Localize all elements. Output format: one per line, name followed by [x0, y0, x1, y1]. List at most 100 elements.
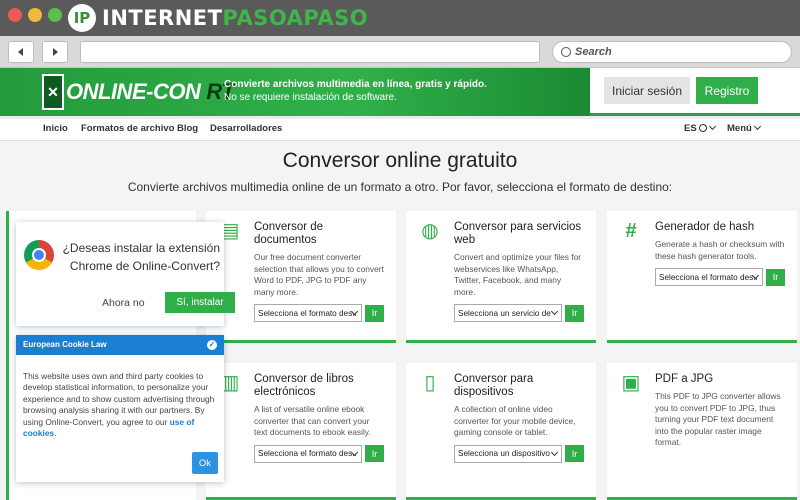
- converter-card[interactable]: # Generador de hash Generate a hash or c…: [607, 211, 797, 343]
- address-bar[interactable]: [80, 41, 540, 63]
- card-title: PDF a JPG: [655, 373, 714, 385]
- service-select[interactable]: Selecciona un servicio de: [454, 304, 563, 322]
- card-description: Our free document converter selection th…: [254, 252, 384, 297]
- language-label: ES: [684, 123, 697, 134]
- cookie-text: This website uses own and third party co…: [23, 371, 219, 439]
- select-value: Selecciona el formato desti: [258, 449, 357, 458]
- converter-card[interactable]: ▤ Conversor de documentos Our free docum…: [206, 211, 396, 343]
- cookie-accept-button[interactable]: Ok: [192, 452, 218, 474]
- chevron-down-icon: [753, 122, 761, 131]
- close-window-button[interactable]: [8, 8, 22, 22]
- site-navigation: Inicio Formatos de archivo Blog Desarrol…: [0, 119, 800, 141]
- page-subtitle: Convierte archivos multimedia online de …: [127, 180, 673, 194]
- site-tagline: Convierte archivos multimedia en línea, …: [224, 78, 487, 104]
- converter-card[interactable]: ▯ Conversor para dispositivos A collecti…: [406, 363, 596, 500]
- close-icon[interactable]: ✓: [207, 340, 217, 350]
- converter-card[interactable]: ▥ Conversor de libros electrónicos A lis…: [206, 363, 396, 500]
- card-controls: Selecciona el formato desti Ir: [655, 268, 785, 286]
- card-title: Conversor de documentos: [254, 221, 324, 246]
- globe-icon: [698, 124, 707, 132]
- globe-icon: ◍: [421, 220, 439, 242]
- card-title: Conversor para servicios web: [454, 221, 582, 246]
- tagline-line-1: Convierte archivos multimedia en línea, …: [224, 79, 487, 90]
- chevron-down-icon: [551, 307, 559, 316]
- watermark-brand: IP INTERNETPASOAPASO: [68, 4, 368, 32]
- logo-figure-icon: ✕: [42, 74, 64, 110]
- card-description: This PDF to JPG converter allows you to …: [655, 391, 781, 447]
- converter-card[interactable]: ▣ PDF a JPG This PDF to JPG converter al…: [607, 363, 797, 500]
- card-description: A list of versatile online ebook convert…: [254, 404, 371, 437]
- logo-main: ONLINE-CON: [66, 79, 201, 104]
- go-button[interactable]: Ir: [766, 268, 785, 286]
- nav-item-blog[interactable]: Blog: [177, 123, 198, 134]
- hash-icon: #: [625, 220, 637, 242]
- card-controls: Selecciona un servicio de Ir: [454, 304, 584, 322]
- menu-label: Menú: [727, 123, 752, 134]
- browser-toolbar: Search: [0, 36, 800, 68]
- format-select[interactable]: Selecciona el formato desti: [254, 444, 363, 463]
- brand-text: INTERNETPASOAPASO: [102, 6, 368, 30]
- cookie-notice: European Cookie Law ✓ This website uses …: [16, 335, 224, 482]
- card-title: Generador de hash: [655, 221, 755, 233]
- chrome-extension-prompt: ¿Deseas instalar la extensión Chrome de …: [16, 222, 235, 326]
- select-value: Selecciona el formato desti: [258, 308, 357, 318]
- install-question: ¿Deseas instalar la extensión Chrome de …: [62, 241, 220, 273]
- card-description: Generate a hash or checksum with these h…: [655, 239, 785, 261]
- card-description: A collection of online video converter f…: [454, 404, 576, 437]
- format-select[interactable]: Selecciona el formato desti: [254, 304, 363, 322]
- nav-item-inicio[interactable]: Inicio: [43, 123, 68, 134]
- back-arrow-icon: [18, 48, 23, 56]
- maximize-window-button[interactable]: [48, 8, 62, 22]
- forward-arrow-icon: [53, 48, 58, 56]
- search-icon: [561, 47, 571, 57]
- go-button[interactable]: Ir: [565, 445, 584, 462]
- chrome-logo-icon: [24, 240, 54, 270]
- chevron-down-icon: [551, 448, 559, 456]
- logo-text: ONLINE-CON RT: [66, 79, 235, 105]
- brand-accent: PASOAPASO: [222, 6, 369, 30]
- header-banner: ✕ ONLINE-CON RT Convierte archivos multim…: [0, 68, 590, 116]
- card-controls: Selecciona un dispositivo Ir: [454, 444, 584, 463]
- install-button[interactable]: Sí, instalar: [165, 292, 235, 313]
- select-value: Selecciona el formato desti: [659, 272, 758, 282]
- site-header: ✕ ONLINE-CON RT Convierte archivos multim…: [0, 68, 800, 116]
- card-title: Conversor de libros electrónicos: [254, 373, 354, 398]
- select-value: Selecciona un servicio de: [458, 308, 551, 318]
- chevron-down-icon: [708, 122, 716, 131]
- cookie-heading: European Cookie Law: [23, 340, 107, 349]
- dismiss-link[interactable]: Ahora no: [102, 297, 145, 309]
- browser-titlebar: IP INTERNETPASOAPASO: [0, 0, 800, 36]
- brand-logo-icon: IP: [68, 4, 96, 32]
- register-button[interactable]: Registro: [696, 77, 758, 104]
- browser-search-input[interactable]: Search: [552, 41, 792, 63]
- device-select[interactable]: Selecciona un dispositivo: [454, 444, 563, 463]
- nav-item-desarrolladores[interactable]: Desarrolladores: [210, 123, 282, 134]
- search-placeholder: Search: [575, 46, 612, 58]
- cookie-link-suffix: .: [54, 428, 57, 439]
- menu-dropdown[interactable]: Menú: [727, 122, 761, 134]
- image-icon: ▣: [621, 372, 641, 394]
- chevron-down-icon: [351, 448, 359, 456]
- format-select[interactable]: Selecciona el formato desti: [655, 268, 764, 286]
- forward-button[interactable]: [42, 41, 68, 63]
- converter-card[interactable]: ◍ Conversor para servicios web Convert a…: [406, 211, 596, 343]
- cookie-header: European Cookie Law ✓: [16, 335, 224, 355]
- go-button[interactable]: Ir: [365, 304, 384, 322]
- card-controls: Selecciona el formato desti Ir: [254, 444, 384, 463]
- page-title: Conversor online gratuito: [282, 149, 518, 172]
- go-button[interactable]: Ir: [565, 304, 584, 322]
- brand-prefix: INTERNET: [102, 6, 223, 30]
- tagline-line-2: No se requiere instalación de software.: [224, 92, 397, 103]
- card-controls: Selecciona el formato desti Ir: [254, 304, 384, 322]
- language-selector[interactable]: ES: [684, 122, 716, 134]
- tablet-icon: ▯: [424, 372, 436, 394]
- card-description: Convert and optimize your files for webs…: [454, 252, 582, 297]
- back-button[interactable]: [8, 41, 34, 63]
- select-value: Selecciona un dispositivo: [458, 449, 550, 458]
- card-title: Conversor para dispositivos: [454, 373, 534, 398]
- site-logo[interactable]: ✕ ONLINE-CON RT: [42, 74, 235, 110]
- minimize-window-button[interactable]: [28, 8, 42, 22]
- nav-item-formatos[interactable]: Formatos de archivo: [81, 123, 174, 134]
- go-button[interactable]: Ir: [365, 445, 384, 462]
- login-button[interactable]: Iniciar sesión: [604, 77, 690, 104]
